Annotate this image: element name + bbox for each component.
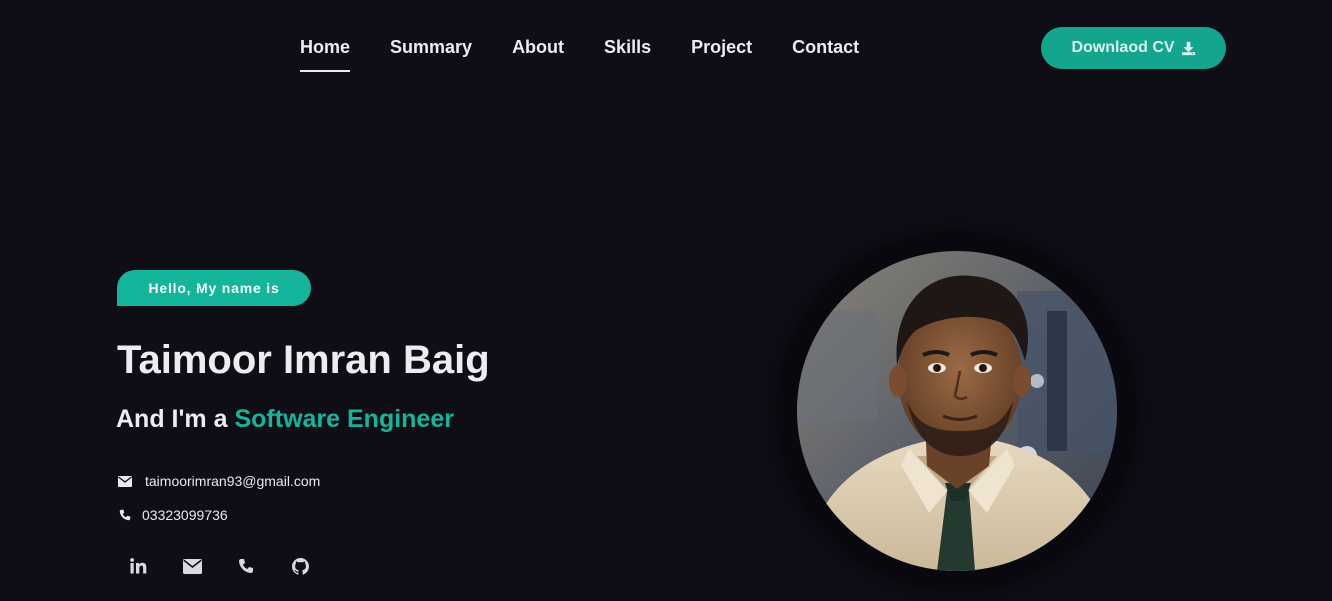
email-text[interactable]: taimoorimran93@gmail.com [145,473,320,489]
github-icon[interactable] [282,553,318,579]
linkedin-icon[interactable] [120,553,156,579]
role-highlight: Software Engineer [234,405,454,433]
nav-skills[interactable]: Skills [604,34,651,60]
hero-name: Taimoor Imran Baig [117,338,490,382]
download-icon [1181,41,1196,56]
email-row: taimoorimran93@gmail.com [117,473,320,489]
phone-icon[interactable] [228,553,264,579]
envelope-icon[interactable] [174,553,210,579]
nav-contact[interactable]: Contact [792,34,859,60]
hero-role: And I'm a Software Engineer [116,405,454,434]
envelope-icon [117,473,133,489]
phone-text[interactable]: 03323099736 [142,507,228,523]
nav-summary[interactable]: Summary [390,34,472,60]
phone-icon [117,507,133,523]
download-cv-label: Downlaod CV [1071,39,1175,56]
nav-home[interactable]: Home [300,34,351,72]
social-links [120,553,336,579]
phone-row: 03323099736 [117,507,228,523]
greeting-badge: Hello, My name is [117,270,311,306]
greeting-text: Hello, My name is [148,280,280,296]
nav-about[interactable]: About [512,34,564,60]
page: Home Summary About Skills Project Contac… [0,0,1332,601]
download-cv-button[interactable]: Downlaod CV [1041,27,1226,69]
profile-photo [797,251,1117,571]
nav-project[interactable]: Project [691,34,752,60]
role-prefix: And I'm a [116,405,228,433]
main-nav: Home Summary About Skills Project Contac… [300,34,859,72]
